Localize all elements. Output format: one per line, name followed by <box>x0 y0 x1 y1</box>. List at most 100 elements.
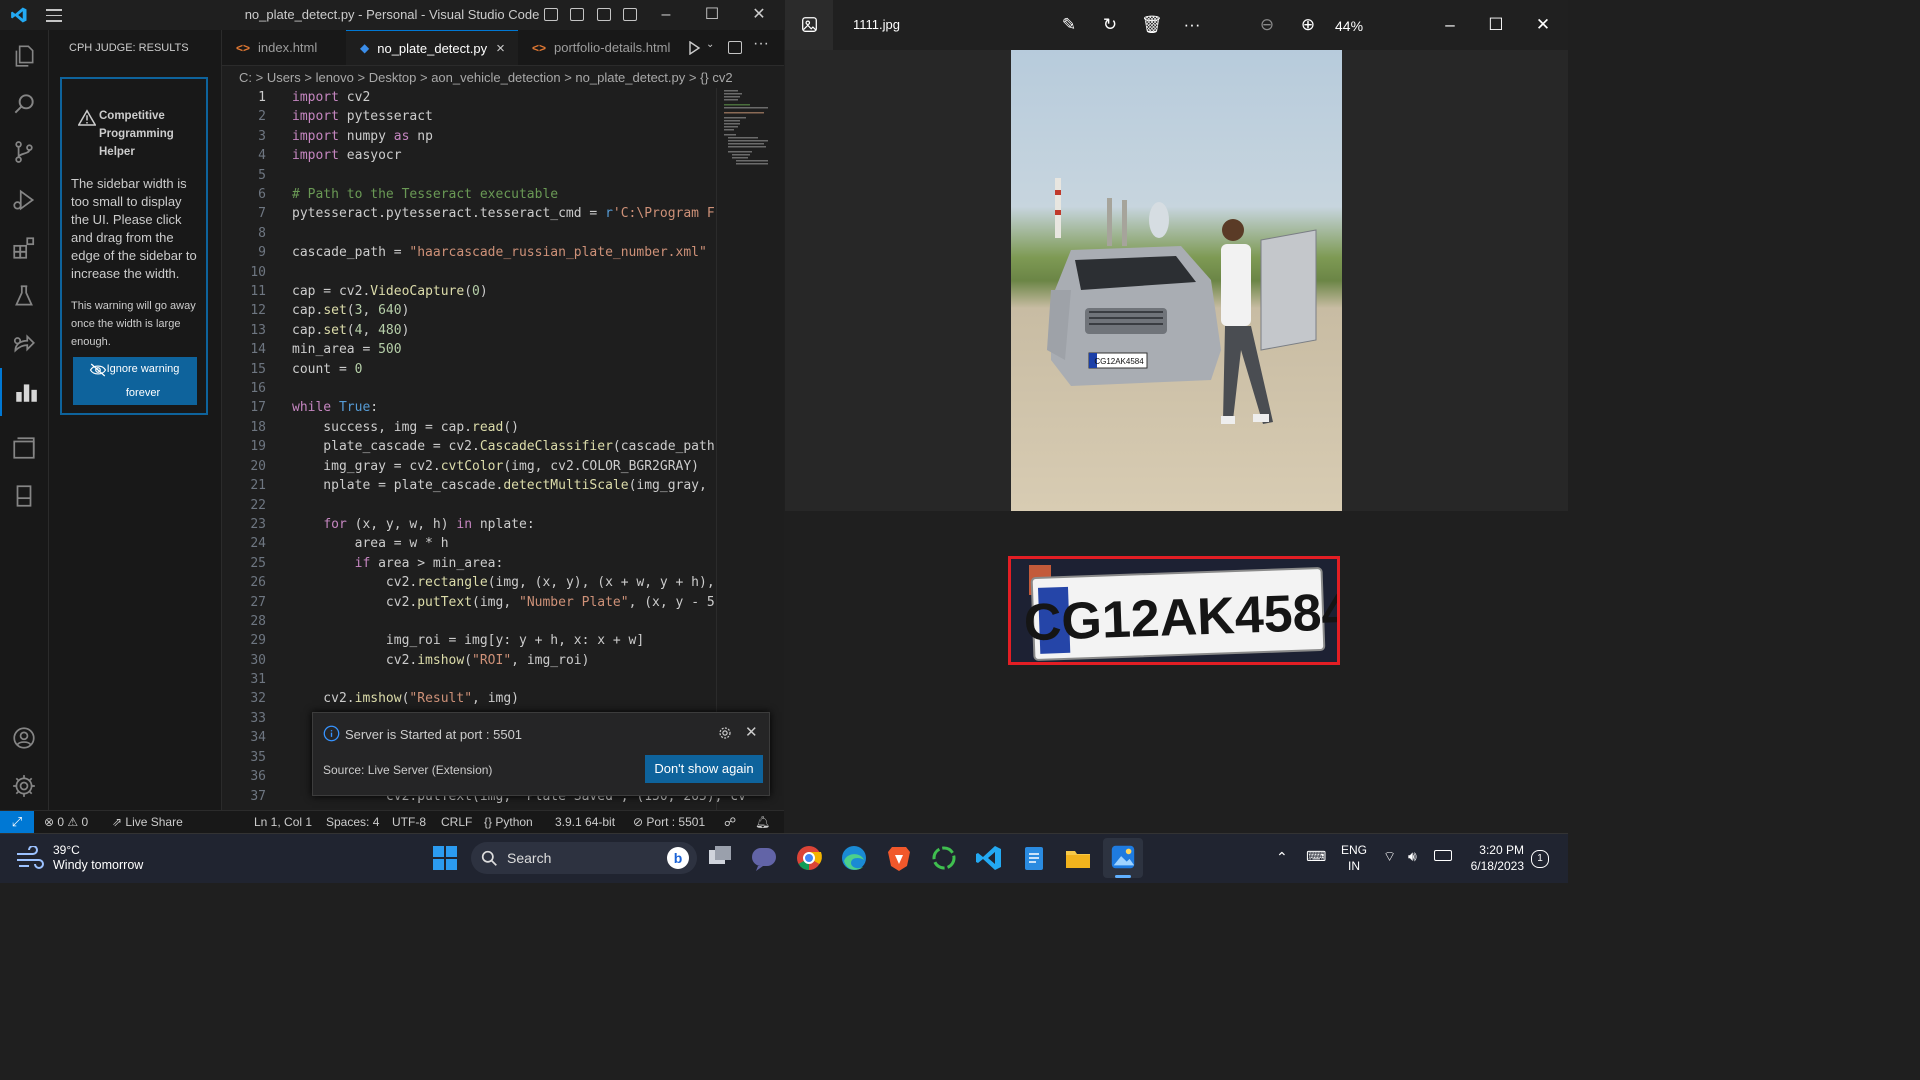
remote-indicator-icon[interactable]: ⤢ <box>0 811 34 834</box>
line-number: 32 <box>250 691 266 706</box>
indentation[interactable]: Spaces: 4 <box>326 815 379 829</box>
tab-no-plate-detect[interactable]: ◆ no_plate_detect.py × <box>346 30 518 65</box>
more-options-icon[interactable]: ··· <box>1182 15 1202 35</box>
bing-icon[interactable]: b <box>667 847 689 869</box>
settings-gear-icon[interactable] <box>0 762 48 810</box>
search-icon[interactable] <box>0 80 48 128</box>
photos-taskbar-button[interactable] <box>1103 838 1143 878</box>
clock[interactable]: 3:20 PM 6/18/2023 <box>1462 842 1524 874</box>
chrome-icon[interactable] <box>794 843 824 873</box>
rotate-icon[interactable]: ↻ <box>1100 15 1120 35</box>
toggle-panel-icon[interactable] <box>570 8 584 21</box>
file-explorer-icon[interactable] <box>1063 843 1093 873</box>
ignore-warning-button[interactable]: Ignore warning forever <box>73 357 197 405</box>
live-share-status[interactable]: ⇗ Live Share <box>112 815 183 829</box>
line-number: 16 <box>250 381 266 396</box>
split-editor-icon[interactable] <box>728 41 742 54</box>
car-photo-illustration: CG12AK4584 <box>1047 178 1317 424</box>
cph-judge-icon[interactable] <box>0 368 50 416</box>
line-number: 31 <box>250 672 266 687</box>
tab-index-html[interactable]: <> index.html <box>222 30 346 65</box>
zoom-in-icon[interactable]: ⊕ <box>1298 15 1318 35</box>
language-indicator[interactable]: ENG IN <box>1341 842 1367 874</box>
line-number: 15 <box>250 362 266 377</box>
python-interpreter[interactable]: 3.9.1 64-bit <box>555 815 615 829</box>
problems-indicator[interactable]: ⊗ 0 ⚠ 0 <box>44 815 88 829</box>
notification-count-badge[interactable]: 1 <box>1531 850 1549 868</box>
dont-show-again-button[interactable]: Don't show again <box>645 755 763 783</box>
code-line: if area > min_area: <box>354 556 504 571</box>
explorer-icon[interactable] <box>0 32 48 80</box>
remote-explorer-icon[interactable] <box>0 424 48 472</box>
vscode-taskbar-icon[interactable] <box>974 843 1004 873</box>
code-line: area = w * h <box>292 536 449 551</box>
battery-icon[interactable] <box>1434 850 1452 861</box>
task-view-icon[interactable] <box>705 843 735 873</box>
editor-scrollbar[interactable] <box>716 88 717 810</box>
source-control-icon[interactable] <box>0 128 48 176</box>
volume-icon[interactable]: 🔊︎ <box>1408 848 1417 864</box>
accounts-icon[interactable] <box>0 714 48 762</box>
line-number: 33 <box>250 711 266 726</box>
date: 6/18/2023 <box>1470 859 1524 873</box>
maximize-icon[interactable]: ☐ <box>1486 15 1506 35</box>
tab-close-icon[interactable]: × <box>496 40 505 57</box>
run-python-icon[interactable] <box>687 41 701 55</box>
toggle-sidebar-icon[interactable] <box>544 8 558 21</box>
sync-app-icon[interactable] <box>929 843 959 873</box>
notebook-icon[interactable] <box>0 472 48 520</box>
cursor-position[interactable]: Ln 1, Col 1 <box>254 815 312 829</box>
customize-layout-icon[interactable] <box>623 8 637 21</box>
close-icon[interactable]: ✕ <box>745 723 758 741</box>
close-icon[interactable]: ✕ <box>747 4 771 26</box>
minimize-icon[interactable]: – <box>1440 15 1460 35</box>
testing-icon[interactable] <box>0 272 48 320</box>
run-debug-icon[interactable] <box>0 176 48 224</box>
chevron-down-icon[interactable]: ⌄ <box>706 39 714 50</box>
taskbar-search[interactable]: Search b <box>471 842 697 874</box>
delete-icon[interactable]: 🗑︎ <box>1141 15 1163 35</box>
line-number: 26 <box>250 575 266 590</box>
weather-desc[interactable]: Windy tomorrow <box>53 858 143 872</box>
breadcrumb-path[interactable]: C: > Users > lenovo > Desktop > aon_vehi… <box>239 70 733 85</box>
chevron-up-icon[interactable]: ⌃ <box>1276 849 1288 865</box>
extensions-icon[interactable] <box>0 224 48 272</box>
weather-temp[interactable]: 39°C <box>53 843 80 857</box>
minimap[interactable] <box>722 88 770 168</box>
wifi-icon[interactable]: ⌔ <box>1383 848 1396 864</box>
zoom-out-icon[interactable]: ⊖ <box>1257 15 1277 35</box>
zoom-level[interactable]: 44% <box>1335 18 1363 34</box>
gallery-button[interactable] <box>785 0 833 50</box>
live-share-icon[interactable] <box>0 320 48 368</box>
encoding[interactable]: UTF-8 <box>392 815 426 829</box>
maximize-icon[interactable]: ☐ <box>700 4 724 26</box>
status-bar: ⤢ ⊗ 0 ⚠ 0 ⇗ Live Share Ln 1, Col 1 Space… <box>0 810 784 834</box>
tab-portfolio-details[interactable]: <> portfolio-details.html <box>518 30 688 65</box>
close-icon[interactable]: ✕ <box>1533 15 1553 35</box>
photos-app-icon <box>1111 845 1135 869</box>
teams-chat-icon[interactable] <box>749 843 779 873</box>
edit-image-icon[interactable]: ✎ <box>1059 15 1079 35</box>
end-of-line[interactable]: CRLF <box>441 815 472 829</box>
keyboard-icon[interactable]: ⌨ <box>1306 848 1326 864</box>
code-editor[interactable]: 1 2 3 4 5 6 7 8 9 10 11 12 13 14 15 16 17 18 19 20 21 22 23 24 2… <box>222 88 770 810</box>
lang-top: ENG <box>1341 843 1368 857</box>
code-line: cap.set(3, 640) <box>292 303 410 318</box>
language-mode[interactable]: {} Python <box>484 815 533 829</box>
line-number: 1 <box>258 90 266 105</box>
line-number: 12 <box>250 303 266 318</box>
live-server-port[interactable]: ⊘ Port : 5501 <box>633 815 705 829</box>
line-number: 2 <box>258 109 266 124</box>
gear-icon[interactable] <box>717 725 733 741</box>
start-windows-icon[interactable] <box>430 843 460 873</box>
notifications-bell-icon[interactable]: 🔔︎ <box>755 815 770 829</box>
minimize-icon[interactable]: – <box>654 4 678 26</box>
brave-icon[interactable] <box>884 843 914 873</box>
toggle-secondary-sidebar-icon[interactable] <box>597 8 611 21</box>
feedback-icon[interactable]: ☍ <box>724 815 736 829</box>
line-number: 14 <box>250 342 266 357</box>
edge-icon[interactable] <box>839 843 869 873</box>
more-actions-icon[interactable]: ··· <box>753 35 769 53</box>
notepad-icon[interactable] <box>1019 843 1049 873</box>
weather-wind-icon[interactable] <box>15 846 45 870</box>
